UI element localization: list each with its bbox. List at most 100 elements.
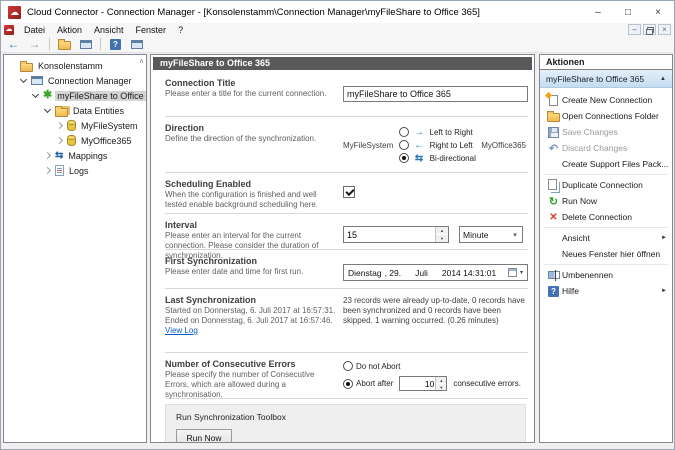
tree-item-label: MyFileSystem [79, 121, 140, 131]
actions-group-header[interactable]: myFileShare to Office 365 ▲ [540, 70, 672, 88]
error-count-suffix: consecutive errors. [453, 379, 521, 388]
expander-open-icon[interactable] [19, 76, 28, 85]
action-create-support-files-pack[interactable]: Create Support Files Pack... [540, 156, 672, 172]
action-open-connections-folder[interactable]: Open Connections Folder [540, 108, 672, 124]
section-direction: Direction Define the direction of the sy… [165, 117, 528, 173]
folder-stack-icon [55, 108, 68, 117]
spin-down-button[interactable]: ▼ [436, 383, 446, 390]
error-count-input[interactable] [400, 377, 435, 390]
actions-title: Aktionen [540, 55, 672, 70]
radio-label: Do not Abort [356, 362, 400, 371]
collapse-icon[interactable]: ▲ [660, 76, 666, 82]
section-heading: Interval [165, 220, 337, 230]
help-button[interactable]: ? [107, 37, 124, 51]
duplicate-icon [548, 179, 557, 190]
mdi-restore-button[interactable] [643, 24, 656, 35]
expander-closed-icon[interactable] [55, 121, 64, 130]
minimize-button[interactable]: – [583, 1, 613, 23]
tree-item-label: Connection Manager [46, 76, 134, 86]
section-heading: Last Synchronization [165, 295, 337, 305]
maximize-button[interactable]: □ [613, 1, 643, 23]
up-one-level-button[interactable] [56, 37, 73, 51]
date-day: Dienstag [348, 268, 382, 278]
action-label: Hilfe [562, 286, 579, 296]
show-console-tree-button[interactable] [77, 37, 94, 51]
expander-closed-icon[interactable] [43, 166, 52, 175]
tree-item-myfileshare[interactable]: ✱ myFileShare to Office 365 [4, 88, 146, 103]
radio-icon[interactable] [399, 140, 409, 150]
radio-icon-checked[interactable] [343, 379, 353, 389]
actions-separator [544, 174, 668, 175]
close-button[interactable]: × [643, 1, 673, 23]
radio-do-not-abort[interactable]: Do not Abort [343, 361, 528, 371]
dropdown-arrow-icon[interactable]: ▾ [520, 269, 523, 276]
error-count-spinner: ▲ ▼ [399, 376, 447, 391]
expander-open-icon[interactable] [31, 91, 40, 100]
mdi-minimize-button[interactable]: – [628, 24, 641, 35]
menu-fenster[interactable]: Fenster [130, 25, 173, 35]
forward-button[interactable]: → [26, 37, 43, 51]
connection-title-input[interactable] [343, 86, 528, 102]
action-ansicht[interactable]: Ansicht ► [540, 230, 672, 246]
radio-icon[interactable] [399, 127, 409, 137]
expander-closed-icon[interactable] [43, 151, 52, 160]
action-create-new-connection[interactable]: Create New Connection [540, 92, 672, 108]
actions-group-label: myFileShare to Office 365 [546, 74, 660, 84]
section-heading: Direction [165, 123, 337, 133]
spin-up-button[interactable]: ▲ [436, 227, 448, 234]
action-neues-fenster[interactable]: Neues Fenster hier öffnen [540, 246, 672, 262]
menu-ansicht[interactable]: Ansicht [88, 25, 130, 35]
tree-scroll-up-arrow[interactable]: ∧ [139, 57, 144, 65]
expander-open-icon[interactable] [43, 106, 52, 115]
section-description: Please enter date and time for first run… [165, 267, 337, 277]
action-save-changes[interactable]: Save Changes [540, 124, 672, 140]
run-now-button[interactable]: Run Now [176, 429, 232, 443]
mdi-close-button[interactable]: × [658, 24, 671, 35]
forward-icon: → [29, 37, 41, 51]
action-delete-connection[interactable]: ✕ Delete Connection [540, 209, 672, 225]
action-hilfe[interactable]: ? Hilfe ► [540, 283, 672, 299]
back-button[interactable]: ← [5, 37, 22, 51]
action-duplicate-connection[interactable]: Duplicate Connection [540, 177, 672, 193]
view-log-link[interactable]: View Log [165, 326, 198, 335]
action-discard-changes[interactable]: ↶ Discard Changes [540, 140, 672, 156]
console-window-icon [80, 40, 92, 49]
radio-abort-after[interactable]: Abort after ▲ ▼ consecutive errors. [343, 376, 528, 391]
menu-aktion[interactable]: Aktion [51, 25, 88, 35]
tree-item-label: Data Entities [71, 106, 126, 116]
first-sync-datetime-picker[interactable]: Dienstag , 29. Juli 2014 14:31:01 ▾ [343, 264, 528, 281]
interval-unit-value: Minute [460, 230, 508, 240]
tree-item-konsolenstamm[interactable]: Konsolenstamm [4, 58, 146, 73]
action-run-now[interactable]: ↻ Run Now [540, 193, 672, 209]
tree-item-connection-manager[interactable]: Connection Manager [4, 73, 146, 88]
radio-label: Bi-directional [430, 154, 476, 163]
interval-unit-dropdown[interactable]: Minute ▾ [459, 226, 523, 243]
tree-item-myfilesystem[interactable]: MyFileSystem [4, 118, 146, 133]
tree-item-label: Konsolenstamm [36, 61, 105, 71]
arrow-left-icon: ← [412, 141, 427, 150]
action-umbenennen[interactable]: Umbenennen [540, 267, 672, 283]
tree-item-myoffice365[interactable]: MyOffice365 [4, 133, 146, 148]
radio-bidirectional[interactable]: ⇆ Bi-directional [399, 153, 476, 163]
tree-item-label: Mappings [66, 151, 109, 161]
expander-closed-icon[interactable] [55, 136, 64, 145]
section-heading: Scheduling Enabled [165, 179, 337, 189]
database-icon [67, 135, 76, 146]
spin-down-button[interactable]: ▼ [436, 234, 448, 242]
menu-datei[interactable]: Datei [18, 25, 51, 35]
menu-hilfe[interactable]: ? [172, 25, 189, 35]
interval-input[interactable] [344, 227, 435, 242]
tree-item-data-entities[interactable]: Data Entities [4, 103, 146, 118]
radio-icon[interactable] [343, 361, 353, 371]
mappings-icon: ⇆ [55, 151, 63, 161]
tree-item-mappings[interactable]: ⇆ Mappings [4, 148, 146, 163]
radio-left-to-right[interactable]: → Left to Right [399, 127, 476, 137]
radio-icon-checked[interactable] [399, 153, 409, 163]
database-icon [67, 120, 76, 131]
tree-item-logs[interactable]: Logs [4, 163, 146, 178]
mdi-child-icon[interactable]: ☁ [4, 25, 14, 35]
scheduling-enabled-checkbox[interactable] [343, 186, 355, 198]
tree-item-label: myFileShare to Office 365 [55, 91, 147, 101]
radio-right-to-left[interactable]: ← Right to Left [399, 140, 476, 150]
show-action-pane-button[interactable] [128, 37, 145, 51]
